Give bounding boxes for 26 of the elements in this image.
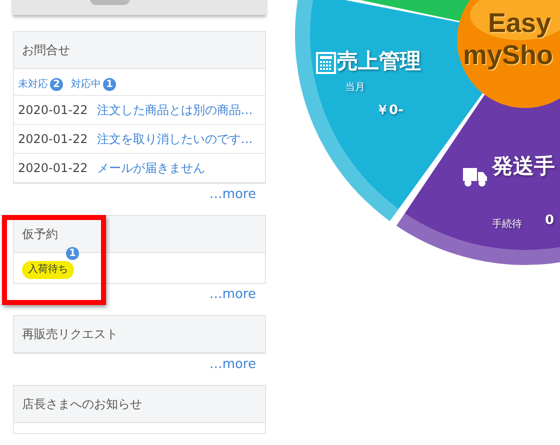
inquiry-link[interactable]: メールが届きません bbox=[96, 160, 205, 176]
segment-label: 手続待 bbox=[492, 218, 522, 231]
more-link[interactable]: …more bbox=[209, 284, 256, 305]
card-title: 店長さまへのお知らせ bbox=[14, 386, 265, 423]
more-link[interactable]: …more bbox=[209, 184, 256, 205]
status-tag[interactable]: 未対応 2 bbox=[18, 77, 63, 91]
status-tag[interactable]: 対応中 1 bbox=[71, 77, 116, 91]
logo-text: mySho bbox=[463, 40, 554, 71]
inquiry-link[interactable]: 注文した商品とは別の商品… bbox=[96, 102, 253, 118]
inquiry-date: 2020-01-22 bbox=[18, 103, 88, 117]
inquiry-date: 2020-01-22 bbox=[18, 132, 88, 146]
card-title: 再販売リクエスト bbox=[14, 316, 265, 353]
status-tag[interactable]: 入荷待ち bbox=[22, 261, 74, 279]
logo-text: Easy bbox=[488, 8, 552, 39]
segment-label: 当月 bbox=[345, 80, 365, 94]
card-title: お問合せ bbox=[14, 32, 265, 69]
segment-title: 売上管理 bbox=[337, 48, 421, 75]
count-badge: 1 bbox=[66, 247, 79, 260]
segment-value: ￥0- bbox=[376, 102, 404, 119]
truck-icon bbox=[463, 168, 487, 187]
calculator-icon bbox=[316, 52, 336, 74]
inquiry-link[interactable]: 注文を取り消したいのです… bbox=[96, 130, 253, 148]
inquiry-date: 2020-01-22 bbox=[18, 161, 88, 175]
more-link[interactable]: …more bbox=[209, 354, 256, 375]
segment-value: 0 bbox=[545, 213, 554, 228]
segment-title: 発送手 bbox=[492, 153, 555, 180]
